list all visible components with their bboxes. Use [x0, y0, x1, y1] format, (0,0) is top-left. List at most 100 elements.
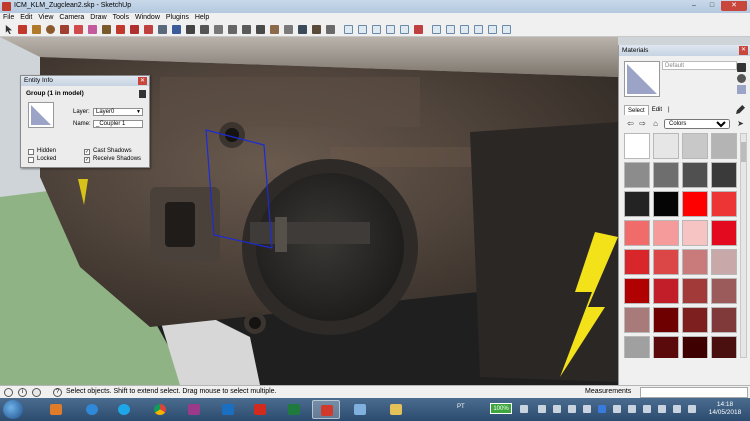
color-swatch[interactable]: [624, 336, 650, 358]
outlook-taskbar-button[interactable]: [214, 400, 242, 419]
walk-tool-icon[interactable]: [298, 25, 307, 34]
signal-tray-icon[interactable]: [643, 405, 651, 413]
zoom-window-icon[interactable]: [256, 25, 265, 34]
back-arrow-icon[interactable]: ⇦: [626, 119, 635, 128]
xray-style-icon[interactable]: [432, 25, 441, 34]
minimize-button[interactable]: –: [685, 1, 703, 11]
color-swatch[interactable]: [653, 162, 679, 188]
circle-tool-icon[interactable]: [46, 25, 55, 34]
color-swatch[interactable]: [624, 220, 650, 246]
color-swatch[interactable]: [653, 191, 679, 217]
sketchup-taskbar-button[interactable]: [312, 400, 340, 419]
sample-paint-icon[interactable]: [736, 105, 745, 114]
excel-taskbar-button[interactable]: [280, 400, 308, 419]
color-swatch[interactable]: [682, 133, 708, 159]
section-plane-icon[interactable]: [326, 25, 335, 34]
layer-select[interactable]: Layer0 ▼: [93, 108, 143, 116]
color-swatch[interactable]: [653, 278, 679, 304]
explorer-taskbar-button[interactable]: [382, 400, 410, 419]
tape-measure-icon[interactable]: [172, 25, 181, 34]
eraser-tool-icon[interactable]: [74, 25, 83, 34]
arc-tool-icon[interactable]: [60, 25, 69, 34]
menu-edit[interactable]: Edit: [20, 13, 32, 23]
shaded-style-icon[interactable]: [474, 25, 483, 34]
color-swatch[interactable]: [682, 249, 708, 275]
color-swatch[interactable]: [682, 220, 708, 246]
app-tray-icon[interactable]: [583, 405, 591, 413]
color-swatch[interactable]: [682, 336, 708, 358]
color-swatch[interactable]: [653, 307, 679, 333]
paint-bucket-icon[interactable]: [88, 25, 97, 34]
material-swatch[interactable]: [28, 102, 54, 128]
shaded-textures-style-icon[interactable]: [488, 25, 497, 34]
menu-camera[interactable]: Camera: [59, 13, 84, 23]
menu-tools[interactable]: Tools: [113, 13, 129, 23]
color-swatch[interactable]: [653, 249, 679, 275]
tab-select[interactable]: Select: [624, 105, 649, 115]
language-indicator[interactable]: PT: [457, 404, 465, 410]
color-swatch[interactable]: [653, 336, 679, 358]
zoom-tool-icon[interactable]: [242, 25, 251, 34]
entity-info-close-button[interactable]: ✕: [138, 77, 147, 85]
line-tool-icon[interactable]: [18, 25, 27, 34]
keyboard-tray-icon[interactable]: [688, 405, 696, 413]
start-button[interactable]: [3, 400, 23, 419]
skype-taskbar-button[interactable]: [110, 400, 138, 419]
select-tool-icon[interactable]: [5, 25, 13, 34]
flag-tray-icon[interactable]: [628, 405, 636, 413]
menu-file[interactable]: File: [3, 13, 14, 23]
acrobat-taskbar-button[interactable]: [246, 400, 274, 419]
menu-draw[interactable]: Draw: [90, 13, 106, 23]
color-swatch[interactable]: [711, 278, 737, 304]
color-swatch[interactable]: [624, 307, 650, 333]
menu-window[interactable]: Window: [135, 13, 160, 23]
previous-view-icon[interactable]: [284, 25, 293, 34]
details-arrow-icon[interactable]: ➤: [736, 119, 745, 128]
zoom-extents-icon[interactable]: [270, 25, 279, 34]
back-view-icon[interactable]: [400, 25, 409, 34]
close-button[interactable]: ✕: [721, 1, 747, 11]
forward-arrow-icon[interactable]: ⇨: [638, 119, 647, 128]
home-icon[interactable]: ⌂: [651, 119, 660, 128]
text-tool-icon[interactable]: [186, 25, 195, 34]
chat-tray-icon[interactable]: [568, 405, 576, 413]
right-view-icon[interactable]: [386, 25, 395, 34]
color-swatch[interactable]: [653, 133, 679, 159]
color-swatch[interactable]: [682, 191, 708, 217]
geo-location-icon[interactable]: [4, 388, 13, 397]
swatch-scrollbar[interactable]: [740, 133, 747, 358]
axes-tool-icon[interactable]: [200, 25, 209, 34]
iso-view-icon[interactable]: [344, 25, 353, 34]
color-swatch[interactable]: [624, 191, 650, 217]
scrollbar-thumb[interactable]: [741, 142, 746, 162]
front-view-icon[interactable]: [372, 25, 381, 34]
pan-tool-icon[interactable]: [228, 25, 237, 34]
color-swatch[interactable]: [682, 307, 708, 333]
orbit-tool-icon[interactable]: [214, 25, 223, 34]
pin-icon[interactable]: [139, 90, 146, 98]
create-material-icon[interactable]: [737, 74, 746, 83]
color-swatch[interactable]: [711, 307, 737, 333]
clock[interactable]: 14:18 14/05/2018: [705, 401, 745, 417]
color-swatch[interactable]: [682, 162, 708, 188]
battery-indicator[interactable]: 100%: [490, 403, 512, 414]
collection-select[interactable]: Colors: [664, 119, 730, 129]
color-swatch[interactable]: [624, 133, 650, 159]
name-field[interactable]: _Coupler 1: [93, 120, 143, 128]
hidden-line-style-icon[interactable]: [460, 25, 469, 34]
display-secondary-icon[interactable]: [737, 63, 746, 72]
color-swatch[interactable]: [653, 220, 679, 246]
volume-tray-icon[interactable]: [673, 405, 681, 413]
color-swatch[interactable]: [682, 278, 708, 304]
measurements-input[interactable]: [640, 387, 748, 398]
network-tray-icon[interactable]: [520, 405, 528, 413]
menu-view[interactable]: View: [38, 13, 53, 23]
color-swatch[interactable]: [711, 162, 737, 188]
push-pull-icon[interactable]: [102, 25, 111, 34]
look-around-icon[interactable]: [312, 25, 321, 34]
color-swatch[interactable]: [624, 278, 650, 304]
color-swatch[interactable]: [624, 249, 650, 275]
wireframe-style-icon[interactable]: [446, 25, 455, 34]
follow-me-icon[interactable]: [144, 25, 153, 34]
left-view-icon[interactable]: [414, 25, 423, 34]
